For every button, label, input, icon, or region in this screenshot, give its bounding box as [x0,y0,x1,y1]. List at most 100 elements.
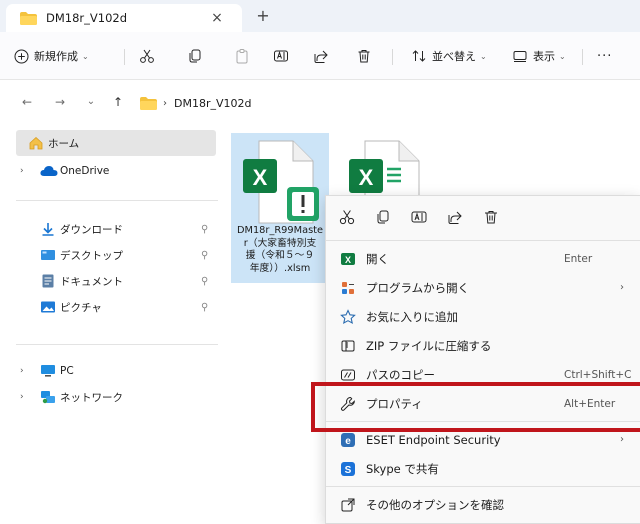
menu-item-label: その他のオプションを確認 [366,497,504,512]
pin-icon[interactable]: ⚲ [201,302,208,313]
cut-button[interactable] [139,44,155,68]
rename-button[interactable] [273,44,289,68]
copy-button[interactable] [187,44,203,68]
menu-item-skype[interactable]: S Skype で共有 [326,454,640,483]
more-button[interactable]: ··· [597,44,612,68]
annotation-highlight-box [311,382,640,432]
menu-item-zip[interactable]: ZIP ファイルに圧縮する [326,331,640,360]
sidebar-item-label: デスクトップ [60,249,123,262]
eset-icon: e [341,432,355,447]
share-button[interactable] [313,44,329,68]
scissors-icon [140,49,154,63]
sidebar-item-home[interactable]: ホーム [16,130,216,156]
rename-icon [274,50,288,62]
document-icon [42,274,54,288]
chevron-right-icon: › [620,282,624,293]
menu-separator [326,240,640,241]
view-button-label: 表示 [533,50,555,63]
view-button[interactable]: 表示 ⌄ [512,44,566,68]
pin-icon[interactable]: ⚲ [201,224,208,235]
folder-tab[interactable]: DM18r_V102d × [6,4,242,32]
folder-icon [20,12,37,25]
context-quick-actions [326,196,640,238]
chevron-right-icon: › [20,366,24,376]
pin-icon[interactable]: ⚲ [201,250,208,261]
back-arrow-icon[interactable]: ← [19,94,35,110]
chevron-right-icon: › [20,166,24,176]
menu-item-label: お気に入りに追加 [366,309,458,324]
scissors-icon[interactable] [338,208,356,226]
address-row: ← → ⌄ ↑ › DM18r_V102d [0,80,640,126]
trash-icon[interactable] [482,208,500,226]
sidebar-item-label: ホーム [48,137,80,150]
sidebar-item-desktop[interactable]: デスクトップ ⚲ [0,242,218,268]
sidebar-item-pc[interactable]: › PC [0,358,218,384]
skype-icon: S [341,461,355,476]
svg-text:X: X [345,255,351,265]
sidebar-item-label: ネットワーク [60,391,123,404]
copy-icon [189,49,201,63]
menu-item-label: プログラムから開く [366,280,470,295]
plus-circle-icon [14,49,29,63]
pc-icon [41,365,55,377]
menu-item-more-options[interactable]: その他のオプションを確認 [326,490,640,519]
svg-text:X: X [253,165,268,190]
breadcrumb-separator: › [163,97,167,109]
sidebar-item-onedrive[interactable]: › OneDrive [0,158,218,184]
sidebar-item-label: OneDrive [60,165,110,177]
excel-icon: X [341,252,355,265]
home-icon [29,136,43,150]
sidebar-item-label: ドキュメント [60,275,123,288]
menu-item-open-with[interactable]: プログラムから開く › [326,273,640,302]
close-tab-icon[interactable]: × [206,8,228,28]
chevron-down-icon: ⌄ [480,51,487,61]
sidebar-item-label: ピクチャ [60,301,102,314]
chevron-right-icon: › [620,434,624,445]
new-button[interactable]: 新規作成 ⌄ [14,44,89,68]
sidebar-item-network[interactable]: › ネットワーク [0,384,218,410]
sidebar-item-pictures[interactable]: ピクチャ ⚲ [0,294,218,320]
new-tab-icon[interactable]: + [251,4,275,28]
toolbar-divider [582,49,583,65]
sidebar-item-documents[interactable]: ドキュメント ⚲ [0,268,218,294]
pin-icon[interactable]: ⚲ [201,276,208,287]
toolbar-divider [124,49,125,65]
menu-item-open[interactable]: X 開く Enter [326,244,640,273]
menu-item-shortcut: Enter [564,252,593,265]
sidebar-item-downloads[interactable]: ダウンロード ⚲ [0,216,218,242]
rename-icon[interactable] [410,208,428,226]
copy-icon[interactable] [374,208,392,226]
breadcrumb-item[interactable]: DM18r_V102d [174,97,251,110]
menu-item-label: 開く [366,251,389,266]
command-bar: 新規作成 ⌄ 並べ替え ⌄ 表示 ⌄ ··· [0,32,640,80]
address-bar[interactable]: › DM18r_V102d [140,92,251,114]
star-icon [340,308,356,324]
menu-item-label: Skype で共有 [366,461,439,476]
file-item-selected[interactable]: X DM18r_R99Maste r（大家畜特別支 援（令和５～９ 年度））.x… [231,133,329,283]
recent-locations-icon[interactable]: ⌄ [83,94,99,110]
cloud-icon [40,166,58,176]
new-button-label: 新規作成 [34,50,78,63]
nav-divider [16,200,218,201]
menu-item-label: パスのコピー [366,367,435,382]
sort-button[interactable]: 並べ替え ⌄ [411,44,487,68]
tab-title: DM18r_V102d [46,11,128,25]
zip-icon [341,340,355,351]
sort-icon [412,50,426,62]
chevron-down-icon: ⌄ [82,51,89,61]
chevron-right-icon: › [20,392,24,402]
navigation-pane: ホーム › OneDrive ダウンロード ⚲ デスクトップ ⚲ ドキュメント … [0,126,218,524]
download-icon [42,223,54,236]
delete-button[interactable] [356,44,372,68]
svg-text:X: X [359,165,374,190]
up-arrow-icon[interactable]: ↑ [110,94,126,110]
open-with-icon [342,281,354,294]
sidebar-item-label: PC [60,365,74,377]
share-icon[interactable] [446,208,464,226]
forward-arrow-icon[interactable]: → [52,94,68,110]
paste-button[interactable] [234,44,250,68]
sort-button-label: 並べ替え [432,50,476,63]
more-options-icon [341,498,355,511]
nav-divider [16,344,218,345]
menu-item-add-favorites[interactable]: お気に入りに追加 [326,302,640,331]
